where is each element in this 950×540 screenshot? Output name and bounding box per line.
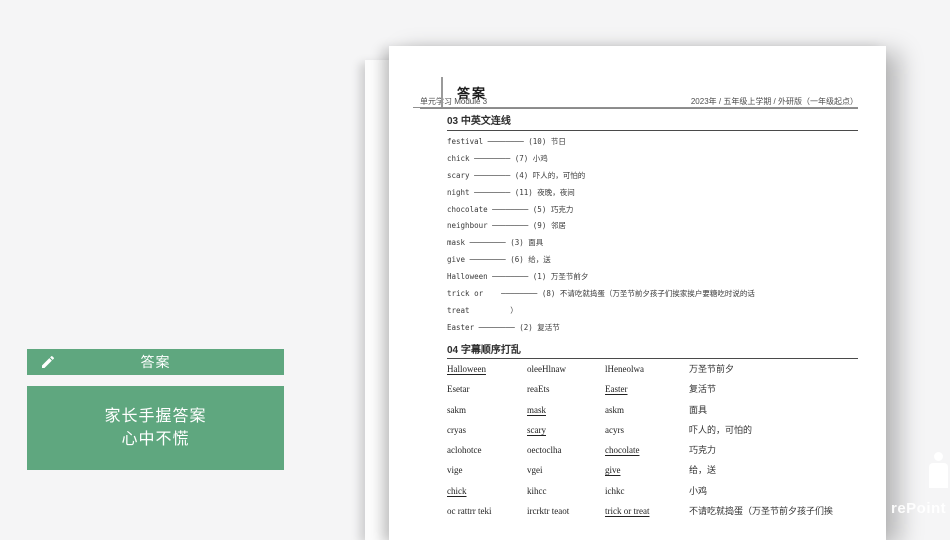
scramble-word: chick <box>447 485 467 496</box>
table-row: oc rattrr teki ircrktr teaot trick or tr… <box>447 505 862 525</box>
scramble-word: askm <box>605 404 624 415</box>
scramble-word: Esetar <box>447 384 470 395</box>
scramble-word: Halloween <box>447 364 486 374</box>
doc-title-bar <box>441 77 443 107</box>
word-meaning: 巧克力 <box>689 445 717 456</box>
match-line: give ──────── (6) 给，送 <box>447 255 551 265</box>
section-04-rule <box>447 358 858 359</box>
scramble-word: vgei <box>527 465 543 476</box>
match-list: festival ──────── (10) 节日 chick ────────… <box>447 134 858 337</box>
scramble-word: acyrs <box>605 424 624 435</box>
word-meaning: 吓人的，可怕的 <box>689 424 753 435</box>
word-meaning: 给，送 <box>689 465 717 476</box>
match-line: Halloween ──────── (1) 万圣节前夕 <box>447 272 589 282</box>
scramble-word: ircrktr teaot <box>527 506 570 517</box>
match-line: night ──────── (11) 夜晚，夜间 <box>447 187 575 197</box>
scramble-word: oleeHlnaw <box>527 364 566 374</box>
table-row: Halloween oleeHlnaw lHeneolwa 万圣节前夕 <box>447 363 862 383</box>
parent-note-box: 家长手握答案 心中不慌 <box>27 386 284 470</box>
match-line: neighbour ──────── (9) 邻居 <box>447 221 566 231</box>
scramble-word: kihcc <box>527 485 547 496</box>
table-row: sakm mask askm 面具 <box>447 404 862 424</box>
answer-tab-button[interactable]: 答案 <box>27 349 284 375</box>
scramble-word: trick or treat <box>605 506 650 517</box>
table-row: chick kihcc ichkc 小鸡 <box>447 485 862 505</box>
scramble-word: vige <box>447 465 463 476</box>
word-meaning: 小鸡 <box>689 485 708 496</box>
doc-title-rule <box>413 107 858 108</box>
scramble-word: give <box>605 465 621 476</box>
scramble-word: aclohotce <box>447 445 482 456</box>
match-line: treat ） <box>447 305 518 315</box>
table-row: Esetar reaEts Easter 复活节 <box>447 383 862 403</box>
table-row: vige vgei give 给，送 <box>447 464 862 484</box>
word-meaning: 不请吃就捣蛋（万圣节前夕孩子们挨 <box>689 506 834 517</box>
match-line: trick or ──────── (8) 不请吃就捣蛋（万圣节前夕孩子们挨家挨… <box>447 289 755 299</box>
scramble-word: oc rattrr teki <box>447 506 492 517</box>
parent-note-line1: 家长手握答案 <box>104 408 207 425</box>
scramble-word: scary <box>527 424 546 435</box>
answer-tab-label: 答案 <box>140 354 171 370</box>
scramble-word: oectoclha <box>527 445 562 456</box>
match-line: scary ──────── (4) 吓人的，可怕的 <box>447 170 586 180</box>
doc-title: 答案 <box>457 86 488 101</box>
document-page: 单元学习 Module 3 2023年 / 五年级上学期 / 外研版（一年级起点… <box>389 46 886 540</box>
section-03-rule <box>447 130 858 131</box>
scramble-word: mask <box>527 404 546 415</box>
section-03-heading: 03 中英文连线 <box>447 116 511 127</box>
doc-header-rule <box>420 108 858 109</box>
word-meaning: 复活节 <box>689 384 717 395</box>
match-line: chick ──────── (7) 小鸡 <box>447 153 548 163</box>
section-04-heading: 04 字幕顺序打乱 <box>447 345 521 356</box>
person-icon <box>926 450 950 500</box>
word-meaning: 面具 <box>689 404 708 415</box>
word-meaning: 万圣节前夕 <box>689 364 735 374</box>
scramble-word: reaEts <box>527 384 550 395</box>
scramble-word: lHeneolwa <box>605 364 644 374</box>
parent-note-line2: 心中不慌 <box>121 431 190 448</box>
scramble-word: ichkc <box>605 485 625 496</box>
scramble-table: Halloween oleeHlnaw lHeneolwa 万圣节前夕 Eset… <box>447 363 862 525</box>
match-line: chocolate ──────── (5) 巧克力 <box>447 204 574 214</box>
scramble-word: cryas <box>447 424 466 435</box>
table-row: cryas scary acyrs 吓人的，可怕的 <box>447 424 862 444</box>
scramble-word: chocolate <box>605 445 640 456</box>
match-line: mask ──────── (3) 面具 <box>447 238 544 248</box>
match-line: Easter ──────── (2) 复活节 <box>447 322 560 332</box>
match-line: festival ──────── (10) 节日 <box>447 137 566 146</box>
scramble-word: Easter <box>605 384 628 395</box>
pencil-icon <box>40 354 56 370</box>
scramble-word: sakm <box>447 404 466 415</box>
doc-header-right: 2023年 / 五年级上学期 / 外研版（一年级起点） <box>690 97 858 106</box>
table-row: aclohotce oectoclha chocolate 巧克力 <box>447 444 862 464</box>
watermark-text: rePoint <box>891 500 947 517</box>
